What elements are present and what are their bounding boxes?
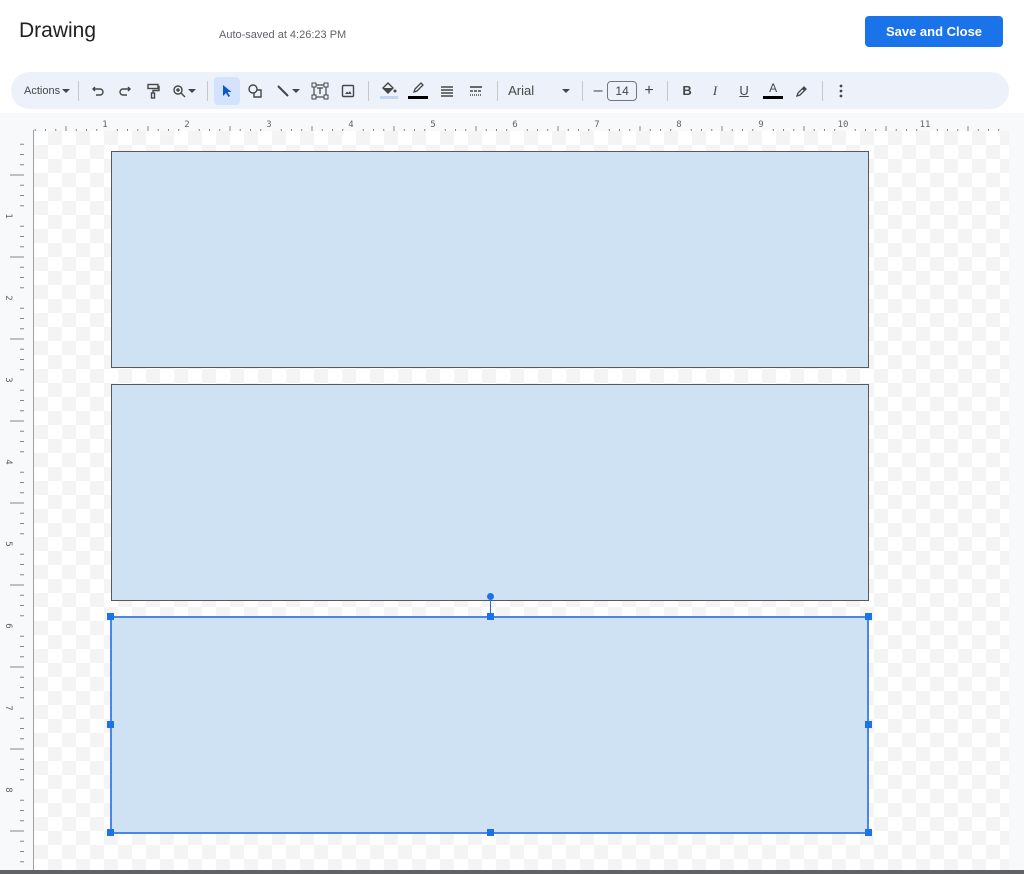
ruler-label: 3 <box>266 120 271 130</box>
chevron-down-icon <box>562 88 571 93</box>
border-dash-button[interactable] <box>461 77 491 105</box>
border-dash-icon <box>470 85 483 96</box>
more-vert-icon <box>839 84 843 97</box>
toolbar-divider <box>207 80 209 101</box>
resize-handle-left[interactable] <box>107 721 114 728</box>
highlight-button[interactable] <box>788 77 816 105</box>
resize-handle-top[interactable] <box>487 613 494 620</box>
ruler-label: 6 <box>3 623 13 628</box>
shape-tool-button[interactable] <box>240 77 270 105</box>
window-bottom-edge <box>0 870 1024 874</box>
font-family-select[interactable]: Arial <box>504 77 576 105</box>
toolbar-divider <box>78 80 80 101</box>
increase-font-size-button[interactable]: + <box>637 77 661 105</box>
rotation-handle[interactable] <box>487 593 494 600</box>
ruler-label: 2 <box>184 120 189 130</box>
resize-handle-bottom[interactable] <box>487 829 494 836</box>
ruler-label: 3 <box>3 377 13 382</box>
border-weight-icon <box>441 85 454 97</box>
border-color-swatch <box>408 96 429 99</box>
text-box-icon <box>311 82 329 99</box>
select-tool-button[interactable] <box>214 76 241 105</box>
vertical-ruler: 1 2 3 4 5 6 7 8 <box>0 130 34 870</box>
toolbar: Actions Arial – 14 + B I U A <box>11 72 1009 109</box>
redo-button[interactable] <box>111 77 139 105</box>
ruler-label: 10 <box>838 120 849 130</box>
toolbar-divider <box>582 80 584 101</box>
paint-format-icon <box>147 83 160 99</box>
more-options-button[interactable] <box>829 77 853 105</box>
highlight-icon <box>796 85 807 97</box>
resize-handle-bottom-right[interactable] <box>865 829 872 836</box>
paint-format-button[interactable] <box>139 77 167 105</box>
pencil-icon <box>413 82 424 94</box>
resize-handle-right[interactable] <box>865 721 872 728</box>
ruler-label: 9 <box>758 120 763 130</box>
undo-button[interactable] <box>85 77 111 105</box>
border-color-button[interactable] <box>403 77 433 105</box>
zoom-button[interactable] <box>167 77 201 105</box>
rectangle-shape[interactable] <box>111 151 869 368</box>
text-box-button[interactable] <box>306 77 334 105</box>
toolbar-divider <box>822 80 824 101</box>
ruler-label: 4 <box>3 459 13 464</box>
line-tool-button[interactable] <box>270 77 306 105</box>
rectangle-shape-selected[interactable] <box>110 616 869 834</box>
image-icon <box>341 84 355 97</box>
resize-handle-top-left[interactable] <box>107 613 114 620</box>
actions-menu[interactable]: Actions <box>22 77 72 105</box>
chevron-down-icon <box>188 88 197 93</box>
select-cursor-icon <box>223 84 232 97</box>
chevron-down-icon <box>292 88 301 93</box>
ruler-label: 6 <box>512 120 517 130</box>
text-color-swatch <box>763 96 784 99</box>
canvas-margin <box>1009 131 1024 870</box>
text-color-button[interactable]: A <box>758 77 788 105</box>
save-and-close-button[interactable]: Save and Close <box>865 16 1003 47</box>
fill-color-swatch <box>380 96 399 99</box>
rectangle-shape[interactable] <box>111 384 869 601</box>
image-button[interactable] <box>334 77 362 105</box>
actions-label: Actions <box>24 84 61 97</box>
fill-color-icon <box>382 82 397 94</box>
ruler-label: 5 <box>3 541 13 546</box>
underline-button[interactable]: U <box>730 77 758 105</box>
autosave-status: Auto-saved at 4:26:23 PM <box>219 29 347 41</box>
text-color-letter: A <box>769 81 778 95</box>
ruler-label: 5 <box>430 120 435 130</box>
ruler-label: 7 <box>3 705 13 710</box>
font-family-value: Arial <box>508 83 535 98</box>
shape-icon <box>248 83 262 98</box>
fill-color-button[interactable] <box>375 77 403 105</box>
font-size-input[interactable]: 14 <box>607 80 638 101</box>
redo-icon <box>119 86 132 96</box>
zoom-icon <box>173 84 186 97</box>
line-icon <box>277 84 289 97</box>
ruler-label: 2 <box>3 295 13 300</box>
ruler-label: 1 <box>102 120 107 130</box>
ruler-label: 11 <box>920 120 931 130</box>
ruler-label: 1 <box>3 213 13 218</box>
resize-handle-top-right[interactable] <box>865 613 872 620</box>
drawing-editor: Drawing Auto-saved at 4:26:23 PM Save an… <box>0 0 1024 874</box>
border-weight-button[interactable] <box>433 77 461 105</box>
ruler-label: 7 <box>594 120 599 130</box>
undo-icon <box>92 86 104 96</box>
horizontal-ruler: 1 2 3 4 5 6 7 8 9 10 11 <box>0 113 1024 133</box>
ruler-label: 8 <box>676 120 681 130</box>
ruler-label: 8 <box>3 787 13 792</box>
bold-button[interactable]: B <box>674 77 700 105</box>
italic-button[interactable]: I <box>700 77 730 105</box>
page-title: Drawing <box>19 19 97 42</box>
resize-handle-bottom-left[interactable] <box>107 829 114 836</box>
toolbar-divider <box>497 80 499 101</box>
decrease-font-size-button[interactable]: – <box>589 77 607 105</box>
toolbar-divider <box>667 80 669 101</box>
ruler-label: 4 <box>348 120 353 130</box>
chevron-down-icon <box>62 88 71 93</box>
toolbar-divider <box>368 80 370 101</box>
